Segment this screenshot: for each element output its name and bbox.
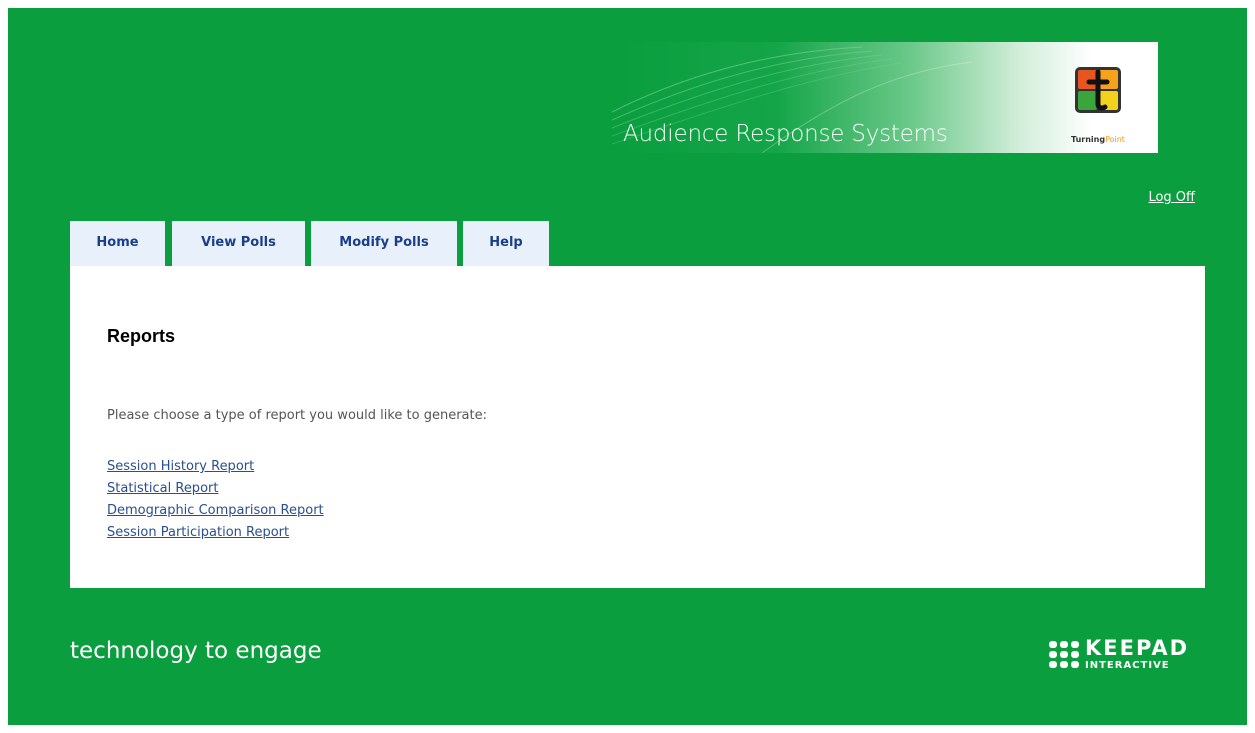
page-background: Audience Response Systems TurningPoint L…	[8, 8, 1247, 725]
page-title: Reports	[107, 326, 176, 346]
logoff-link[interactable]: Log Off	[1148, 190, 1195, 205]
keepad-word: KEEPAD	[1085, 636, 1190, 660]
demographic-comparison-report-link[interactable]: Demographic Comparison Report	[107, 500, 324, 522]
tab-help[interactable]: Help	[463, 221, 549, 266]
keepad-dots-icon	[1049, 641, 1079, 668]
intro-text: Please choose a type of report you would…	[107, 408, 488, 423]
footer-tagline: technology to engage	[70, 638, 322, 664]
keepad-logo: KEEPAD INTERACTIVE	[1048, 636, 1208, 674]
brand-point: Point	[1105, 135, 1125, 144]
tab-modify-polls[interactable]: Modify Polls	[311, 221, 457, 266]
turningpoint-brand: TurningPoint	[1071, 135, 1125, 144]
tab-view-polls[interactable]: View Polls	[172, 221, 305, 266]
main-content-panel: Reports Please choose a type of report y…	[70, 266, 1205, 588]
session-history-report-link[interactable]: Session History Report	[107, 456, 324, 478]
statistical-report-link[interactable]: Statistical Report	[107, 478, 324, 500]
banner-title: Audience Response Systems	[623, 121, 948, 147]
keepad-sub: INTERACTIVE	[1085, 660, 1170, 671]
tab-home[interactable]: Home	[70, 221, 165, 266]
turningpoint-logo-icon	[1075, 67, 1121, 113]
brand-turning: Turning	[1071, 135, 1106, 144]
report-list: Session History Report Statistical Repor…	[107, 456, 324, 544]
session-participation-report-link[interactable]: Session Participation Report	[107, 522, 324, 544]
banner: Audience Response Systems TurningPoint	[612, 42, 1158, 153]
